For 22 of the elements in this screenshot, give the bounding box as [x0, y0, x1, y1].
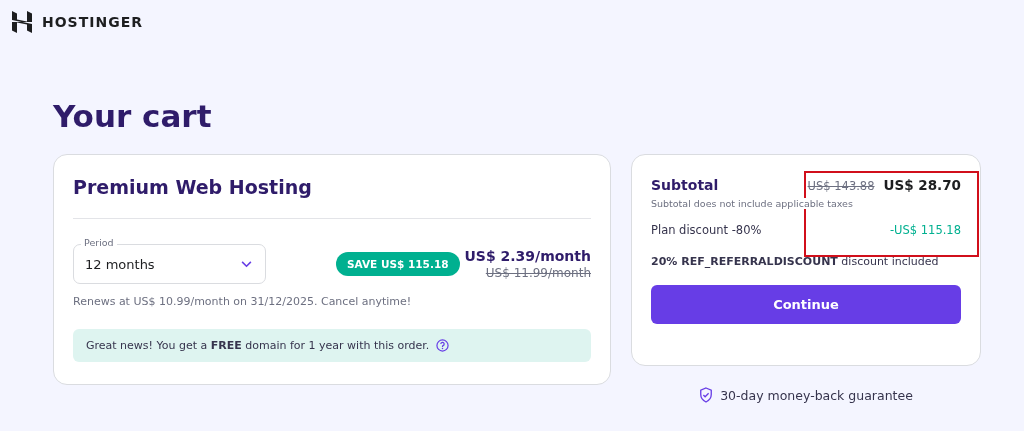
renewal-note: Renews at US$ 10.99/month on 31/12/2025. Cancel anytime! — [73, 295, 413, 308]
guarantee-text: 30-day money-back guarantee — [720, 387, 913, 403]
chevron-down-icon — [241, 260, 252, 268]
old-subtotal: US$ 143.88 — [805, 179, 877, 193]
old-monthly-price: US$ 11.99/month — [485, 266, 591, 280]
discount-amount: -US$ 115.18 — [889, 223, 961, 237]
brand-name: HOSTINGER — [42, 14, 143, 30]
product-name: Premium Web Hosting — [73, 175, 591, 219]
continue-button[interactable]: Continue — [651, 285, 961, 324]
page-title: Your cart — [53, 97, 213, 136]
promo-text: Great news! You get a FREE domain for 1 year with this order. — [86, 339, 430, 352]
referral-note: 20% REF_REFERRALDISCOUNT discount included — [651, 255, 940, 268]
shield-check-icon — [699, 387, 714, 403]
subtotal-amount: US$ 28.70 — [883, 177, 961, 193]
help-icon[interactable] — [436, 339, 450, 352]
savings-badge: SAVE US$ 115.18 — [336, 252, 460, 276]
tax-note: Subtotal does not include applicable taxes — [651, 198, 853, 209]
logo-icon — [12, 11, 32, 33]
discount-label: Plan discount -80% — [651, 223, 762, 237]
monthly-price: US$ 2.39/month — [464, 248, 591, 264]
subtotal-label: Subtotal — [651, 177, 719, 193]
period-dropdown[interactable]: Period 12 months — [73, 237, 266, 284]
